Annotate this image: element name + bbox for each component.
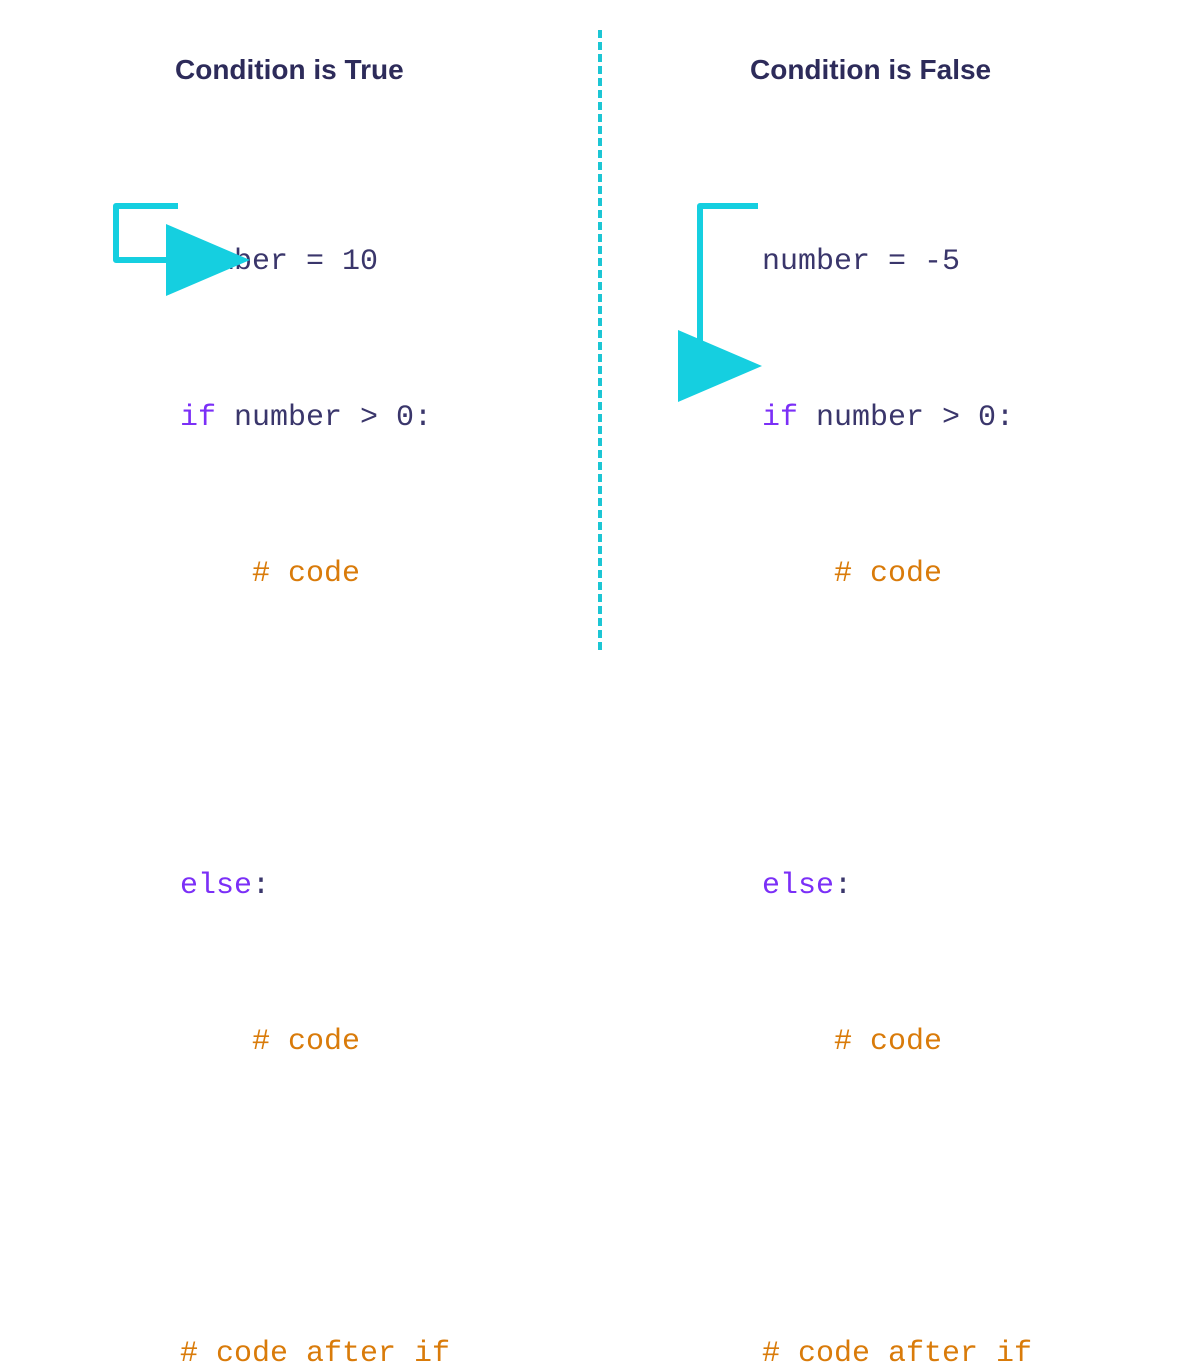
line-if-body: # code — [762, 548, 1032, 600]
heading-false: Condition is False — [750, 54, 991, 86]
line-else-body: # code — [762, 1016, 1032, 1068]
line-if-body: # code — [180, 548, 450, 600]
line-if: if number > 0: — [762, 392, 1032, 444]
blank — [762, 704, 1032, 756]
blank — [180, 704, 450, 756]
panel-true: Condition is True number = 10 if number … — [0, 0, 598, 683]
flow-arrow-right — [692, 188, 822, 388]
flow-arrow-left — [108, 188, 268, 278]
line-after: # code after if — [180, 1328, 450, 1366]
heading-true: Condition is True — [175, 54, 404, 86]
blank2 — [180, 1172, 450, 1224]
line-else-body: # code — [180, 1016, 450, 1068]
line-else: else: — [762, 860, 1032, 912]
blank2 — [762, 1172, 1032, 1224]
line-after: # code after if — [762, 1328, 1032, 1366]
panel-false: Condition is False number = -5 if number… — [602, 0, 1200, 683]
line-if: if number > 0: — [180, 392, 450, 444]
code-block-left: number = 10 if number > 0: # code else: … — [180, 132, 450, 1366]
line-else: else: — [180, 860, 450, 912]
